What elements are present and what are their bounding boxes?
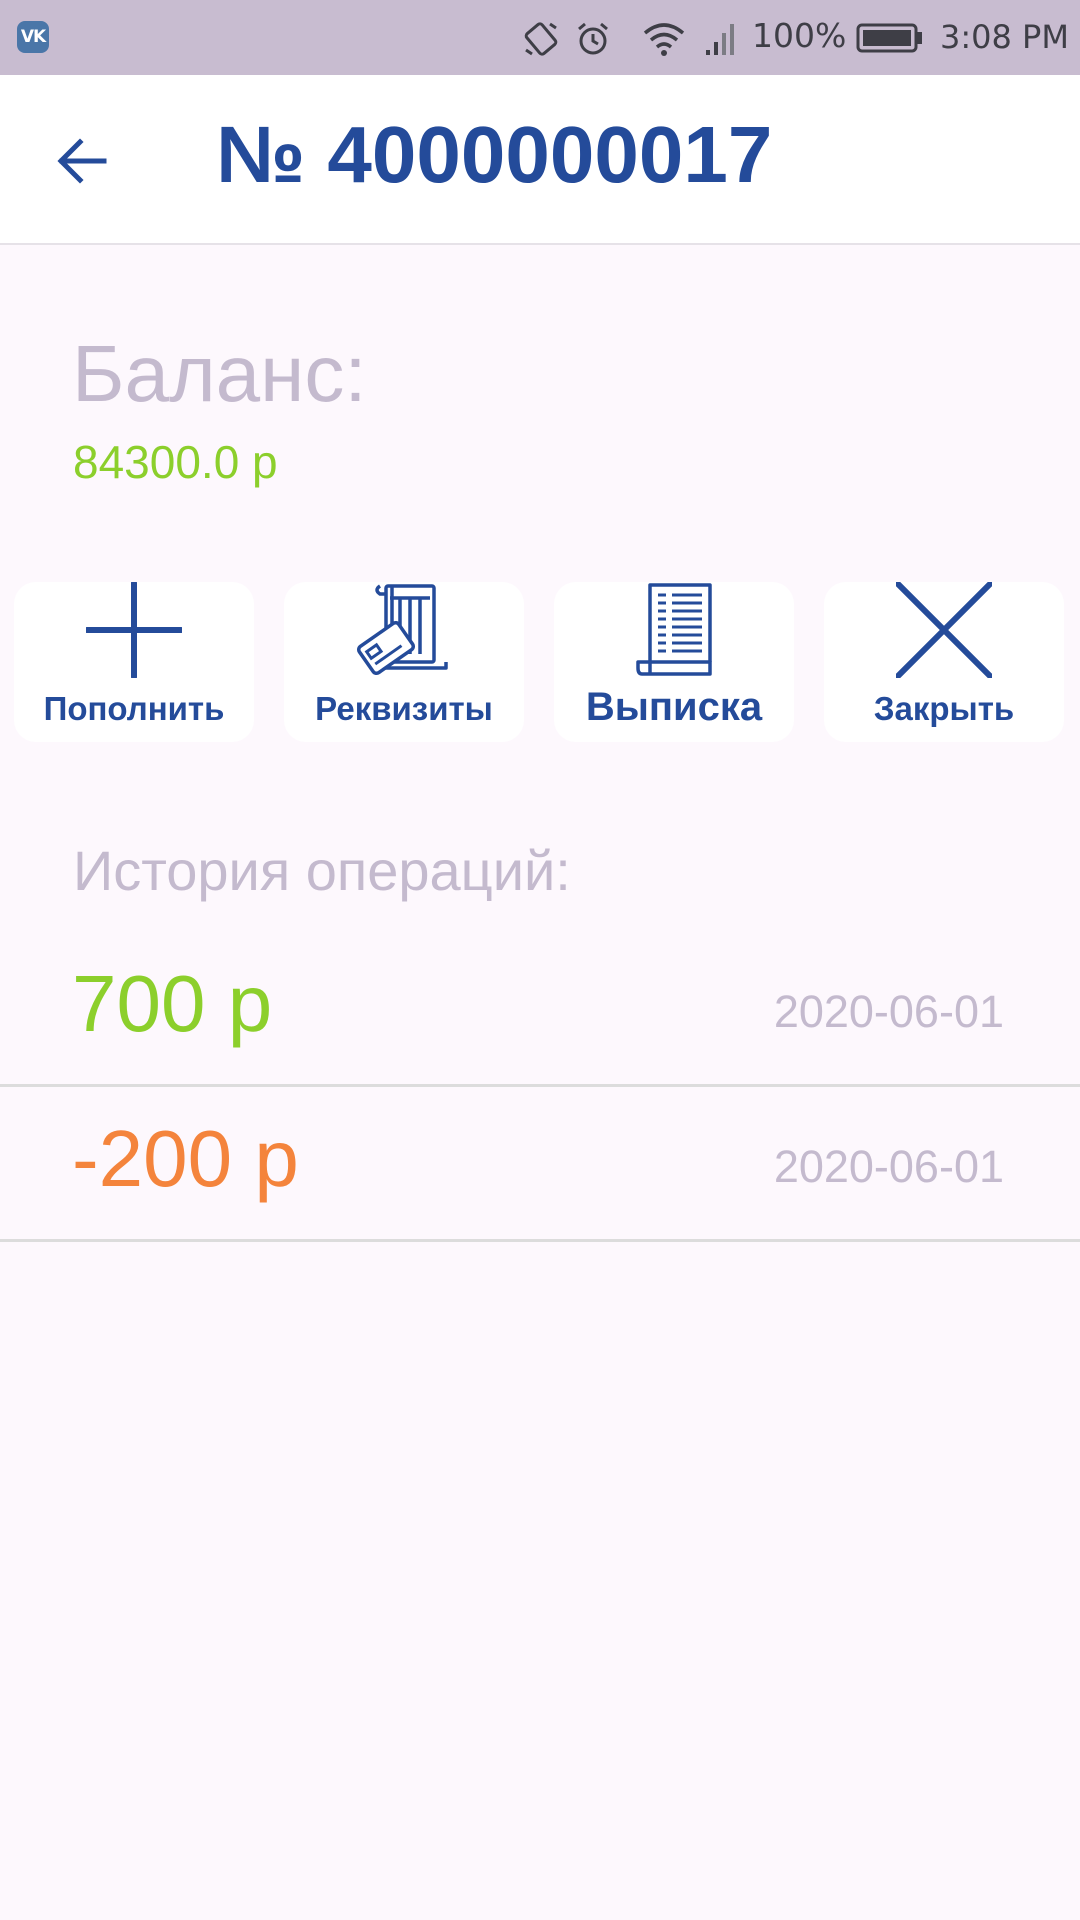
vk-app-icon: VK xyxy=(17,21,49,53)
close-account-button[interactable]: Закрыть xyxy=(824,582,1064,742)
top-up-button[interactable]: Пополнить xyxy=(14,582,254,742)
app-bar: № 4000000017 xyxy=(0,75,1080,245)
signal-icon xyxy=(706,24,734,55)
operation-amount: -200 р xyxy=(72,1114,299,1203)
requisites-label: Реквизиты xyxy=(315,690,493,727)
close-icon xyxy=(896,582,992,678)
operation-amount: 700 р xyxy=(72,959,273,1048)
close-account-label: Закрыть xyxy=(873,690,1015,727)
operation-date: 2020-06-01 xyxy=(773,986,1004,1037)
statement-button[interactable]: Выписка xyxy=(554,582,794,742)
status-bar: VK 100% 3:08 PM xyxy=(0,0,1080,75)
requisites-button[interactable]: Реквизиты xyxy=(284,582,524,742)
plus-icon xyxy=(86,582,182,678)
document-icon xyxy=(636,583,712,676)
top-up-label: Пополнить xyxy=(43,690,225,727)
balance-label: Баланс: xyxy=(72,329,367,418)
statement-label: Выписка xyxy=(585,685,763,729)
operation-date: 2020-06-01 xyxy=(773,1141,1004,1192)
battery-icon xyxy=(856,23,922,53)
clock: 3:08 PM xyxy=(940,18,1069,56)
history-title: История операций: xyxy=(73,839,571,902)
operation-row[interactable]: -200 р 2020-06-01 xyxy=(0,1087,1080,1242)
operation-row[interactable]: 700 р 2020-06-01 xyxy=(0,932,1080,1087)
page-title: № 4000000017 xyxy=(216,110,773,199)
bank-card-icon xyxy=(356,584,448,676)
rotation-lock-icon xyxy=(524,22,558,56)
back-arrow-icon[interactable] xyxy=(48,125,120,197)
wifi-icon xyxy=(643,23,685,56)
action-buttons: Пополнить Реквизиты Выписка Закрыть xyxy=(14,582,1066,742)
alarm-icon xyxy=(578,22,608,55)
battery-percent: 100% xyxy=(752,16,847,55)
balance-value: 84300.0 р xyxy=(73,436,278,488)
